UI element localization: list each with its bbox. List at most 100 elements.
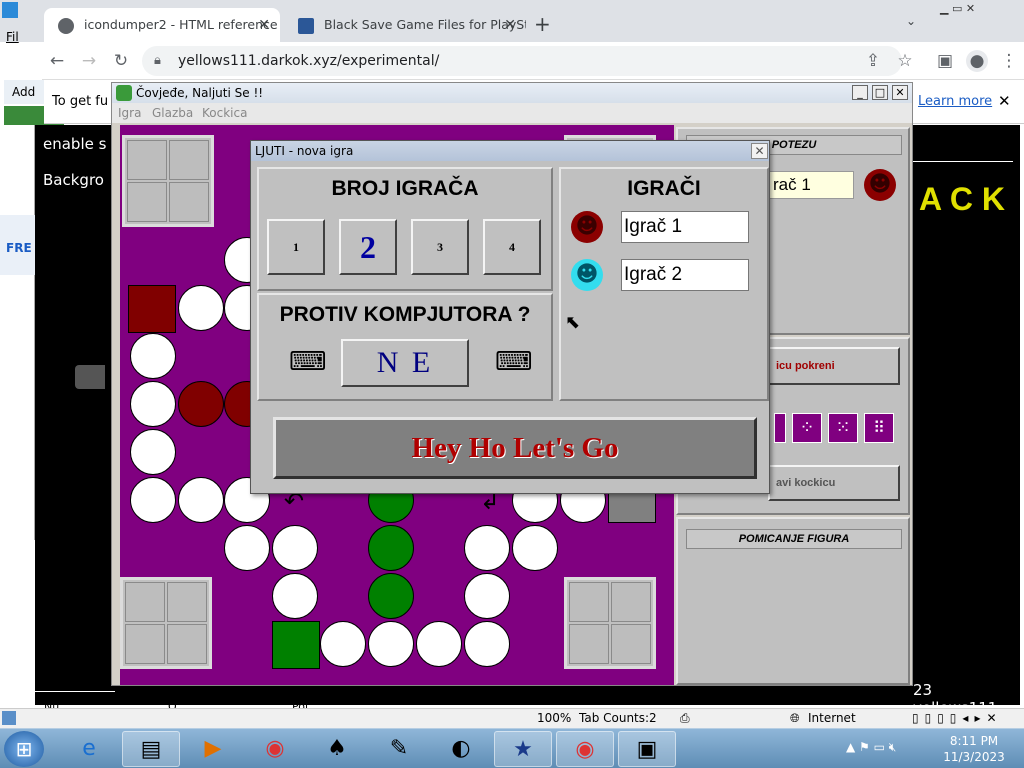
security-zone: Internet bbox=[808, 711, 856, 725]
player-count-3-button[interactable]: 3 bbox=[411, 219, 469, 275]
board-field[interactable] bbox=[416, 621, 462, 667]
profile-avatar-icon[interactable]: ● bbox=[966, 50, 988, 72]
forward-arrow-icon[interactable]: → bbox=[78, 50, 100, 72]
back-arrow-icon[interactable]: ← bbox=[46, 50, 68, 72]
players-header: IGRAČI bbox=[627, 177, 701, 200]
home-base-bottom-right bbox=[564, 577, 656, 669]
board-field[interactable] bbox=[512, 525, 558, 571]
ie-window-edge: Fil bbox=[0, 0, 42, 44]
globe-icon bbox=[58, 18, 74, 34]
paint-taskbar-icon[interactable]: ✎ bbox=[370, 731, 428, 767]
bottom-links: Nu O Pol bbox=[44, 700, 444, 708]
sidebar-icon[interactable]: ▣ bbox=[934, 50, 956, 72]
die-four-icon[interactable]: ⁘ bbox=[792, 413, 822, 443]
close-icon[interactable]: ✕ bbox=[504, 8, 516, 42]
clock-date[interactable]: 11/3/2023 bbox=[940, 750, 1008, 764]
address-bar[interactable]: 🔒︎ yellows111.darkok.xyz/experimental/ bbox=[142, 46, 902, 76]
sound-taskbar-icon[interactable]: ◐ bbox=[432, 731, 490, 767]
close-icon[interactable]: ✕ bbox=[258, 8, 270, 42]
menu-igra[interactable]: Igra bbox=[118, 103, 141, 123]
reload-icon[interactable]: ↻ bbox=[110, 50, 132, 72]
board-field[interactable] bbox=[464, 525, 510, 571]
board-field[interactable] bbox=[130, 477, 176, 523]
bottom-link[interactable]: Pol bbox=[292, 700, 308, 708]
background-text: Backgro bbox=[43, 171, 104, 189]
url-text: yellows111.darkok.xyz/experimental/ bbox=[178, 53, 440, 69]
menu-kockica[interactable]: Kockica bbox=[202, 103, 247, 123]
start-button[interactable]: ⊞ bbox=[4, 731, 44, 767]
divider bbox=[913, 161, 1013, 162]
free-text: FRE bbox=[6, 241, 32, 255]
player-2-name-input[interactable]: Igrač 2 bbox=[621, 259, 749, 291]
die-six-icon[interactable]: ⠿ bbox=[864, 413, 894, 443]
vs-computer-panel: PROTIV KOMPJUTORA ? ⌨︎ N E ⌨︎ bbox=[257, 293, 553, 401]
board-field[interactable] bbox=[130, 381, 176, 427]
board-field[interactable] bbox=[320, 621, 366, 667]
ie-file-menu[interactable]: Fil bbox=[6, 30, 19, 44]
green-home-field[interactable] bbox=[368, 573, 414, 619]
tab-search-icon[interactable]: ⌄ bbox=[906, 14, 916, 28]
start-game-button[interactable]: Hey Ho Let's Go bbox=[273, 417, 757, 479]
game-title-bar: Čovjeđe, Naljuti Se !! _ □ ✕ bbox=[112, 83, 912, 103]
green-home-field[interactable] bbox=[368, 525, 414, 571]
close-icon[interactable]: ✕ bbox=[998, 92, 1011, 110]
star-app-taskbar-icon[interactable]: ★ bbox=[494, 731, 552, 767]
board-field[interactable] bbox=[224, 525, 270, 571]
browser-tab-strip: icondumper2 - HTML reference o ✕ Black S… bbox=[0, 0, 1024, 42]
bottom-link[interactable]: O bbox=[168, 700, 177, 708]
vs-computer-toggle[interactable]: N E bbox=[341, 339, 469, 387]
red-start-square bbox=[128, 285, 176, 333]
media-taskbar-icon[interactable]: ▶ bbox=[184, 731, 242, 767]
chrome-taskbar-icon[interactable]: ◉ bbox=[246, 731, 304, 767]
board-field[interactable] bbox=[178, 285, 224, 331]
board-field[interactable] bbox=[178, 477, 224, 523]
cyan-smiley-icon: ☻ bbox=[571, 259, 603, 291]
printer-icon[interactable]: ⎙ bbox=[680, 709, 690, 728]
game-taskbar-icon[interactable]: ♠ bbox=[308, 731, 366, 767]
board-field[interactable] bbox=[464, 573, 510, 619]
player-1-name-input[interactable]: Igrač 1 bbox=[621, 211, 749, 243]
tab-icondumper[interactable]: icondumper2 - HTML reference o ✕ bbox=[44, 8, 280, 42]
stop-dice-button[interactable]: avi kockicu bbox=[768, 465, 900, 501]
die-five-icon[interactable]: ⁙ bbox=[828, 413, 858, 443]
home-base-top-left bbox=[122, 135, 214, 227]
window-taskbar-icon[interactable]: ▣ bbox=[618, 731, 676, 767]
board-field[interactable] bbox=[130, 333, 176, 379]
board-field[interactable] bbox=[368, 621, 414, 667]
dialog-close-button[interactable]: ✕ bbox=[751, 143, 768, 159]
menu-dots-icon[interactable]: ⋮ bbox=[998, 50, 1020, 72]
dialog-title-bar: LJUTI - nova igra bbox=[251, 141, 769, 161]
player-count-1-button[interactable]: 1 bbox=[267, 219, 325, 275]
ie-add-button[interactable]: Add bbox=[4, 80, 44, 104]
explorer-taskbar-icon[interactable]: ▤ bbox=[122, 731, 180, 767]
minimize-button[interactable]: _ bbox=[852, 85, 868, 100]
clock-time[interactable]: 8:11 PM bbox=[944, 734, 1004, 748]
green-start-square bbox=[272, 621, 320, 669]
zoom-level[interactable]: 100% bbox=[537, 709, 571, 728]
player-count-4-button[interactable]: 4 bbox=[483, 219, 541, 275]
bottom-link[interactable]: Nu bbox=[44, 700, 59, 708]
red-home-field[interactable] bbox=[178, 381, 224, 427]
chrome-active-taskbar-icon[interactable]: ◉ bbox=[556, 731, 614, 767]
maximize-button[interactable]: □ bbox=[872, 85, 888, 100]
player-count-2-button[interactable]: 2 bbox=[339, 219, 397, 275]
menu-glazba[interactable]: Glazba bbox=[152, 103, 193, 123]
ie-status-bar: 100% Tab Counts:2 ⎙ 🌐︎ Internet ▯▯▯▯◂▸✕ bbox=[0, 708, 1024, 728]
board-field[interactable] bbox=[272, 525, 318, 571]
board-field[interactable] bbox=[272, 573, 318, 619]
new-tab-button[interactable]: + bbox=[534, 12, 551, 36]
board-field[interactable] bbox=[130, 429, 176, 475]
player-count-header: BROJ IGRAČA bbox=[331, 177, 479, 200]
status-controls[interactable]: ▯▯▯▯◂▸✕ bbox=[912, 709, 1003, 728]
tab-black-save[interactable]: Black Save Game Files for PlaySta ✕ bbox=[284, 8, 526, 42]
close-button[interactable]: ✕ bbox=[892, 85, 908, 100]
tab-title: icondumper2 - HTML reference o bbox=[84, 17, 280, 32]
computer-icon: ⌨︎ bbox=[495, 347, 533, 377]
share-icon[interactable]: ⇪ bbox=[862, 50, 884, 72]
board-field[interactable] bbox=[464, 621, 510, 667]
bookmark-star-icon[interactable]: ☆ bbox=[894, 50, 916, 72]
ie-taskbar-icon[interactable]: e bbox=[60, 731, 118, 767]
tray-icons[interactable]: ▲ ⚑ ▭ 🔇︎ bbox=[846, 740, 896, 755]
roll-dice-button[interactable]: icu pokreni bbox=[768, 347, 900, 385]
learn-more-link[interactable]: Learn more bbox=[918, 94, 992, 109]
